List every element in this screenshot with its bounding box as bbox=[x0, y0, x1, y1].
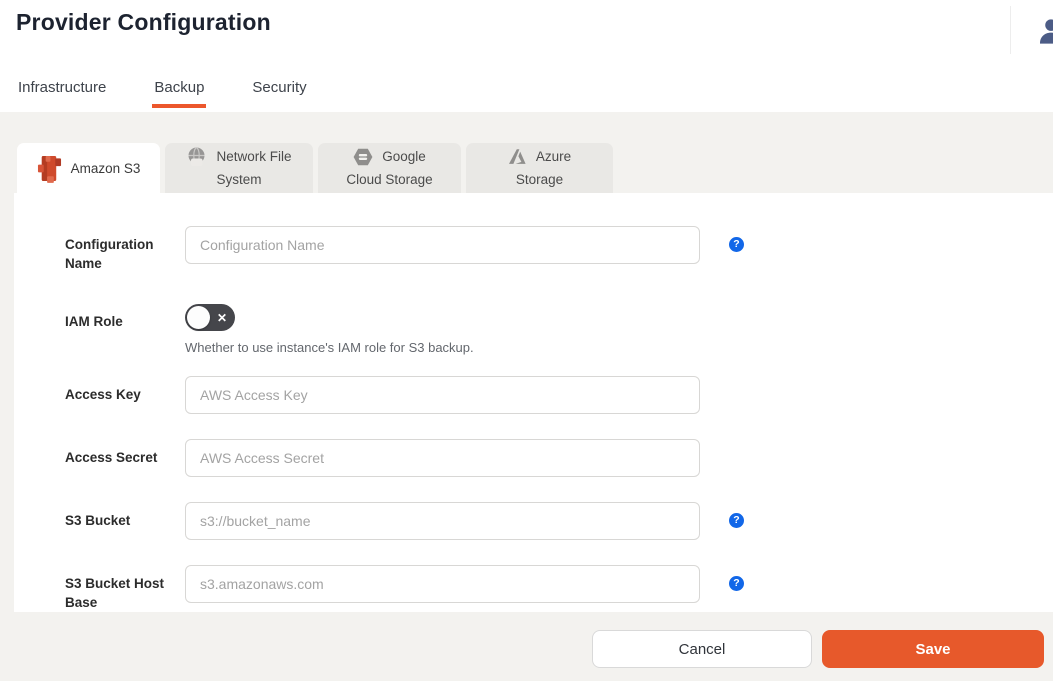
cancel-button[interactable]: Cancel bbox=[592, 630, 812, 668]
page-title: Provider Configuration bbox=[16, 9, 271, 35]
s3-bucket-input[interactable] bbox=[185, 502, 700, 540]
amazon-s3-form-panel: Configuration Name ? IAM Role ✕ Whether … bbox=[14, 193, 1053, 612]
field-label: S3 Bucket Host Base bbox=[65, 576, 165, 610]
field-label: Access Key bbox=[65, 387, 141, 402]
form-row-configuration-name: Configuration Name ? bbox=[65, 226, 744, 273]
network-globe-icon bbox=[186, 146, 207, 167]
backup-settings-section: Amazon S3 Network File System Google Clo… bbox=[0, 112, 1053, 681]
access-secret-input[interactable] bbox=[185, 439, 700, 477]
field-label: IAM Role bbox=[65, 314, 123, 329]
provider-tab-label-line2: Storage bbox=[515, 172, 564, 187]
help-icon[interactable]: ? bbox=[729, 513, 744, 528]
help-icon[interactable]: ? bbox=[729, 576, 744, 591]
field-label: Access Secret bbox=[65, 450, 158, 465]
azure-icon bbox=[508, 148, 527, 165]
provider-tab-amazon-s3[interactable]: Amazon S3 bbox=[17, 143, 160, 193]
provider-tab-label-line2: System bbox=[216, 172, 262, 187]
configuration-name-input[interactable] bbox=[185, 226, 700, 264]
provider-tab-google-cloud-storage[interactable]: Google Cloud Storage bbox=[318, 143, 461, 193]
provider-tab-network-file-system[interactable]: Network File System bbox=[165, 143, 313, 193]
toggle-off-icon: ✕ bbox=[216, 310, 227, 325]
page-header: Provider Configuration Infrastructure Ba… bbox=[0, 0, 1053, 112]
help-icon[interactable]: ? bbox=[729, 237, 744, 252]
field-label: Configuration Name bbox=[65, 237, 154, 271]
toggle-knob bbox=[187, 306, 210, 329]
field-label: S3 Bucket bbox=[65, 513, 131, 528]
access-key-input[interactable] bbox=[185, 376, 700, 414]
iam-role-toggle[interactable]: ✕ bbox=[185, 304, 235, 331]
main-nav: Infrastructure Backup Security bbox=[16, 79, 309, 108]
provider-tab-label: Azure bbox=[535, 149, 572, 164]
form-row-access-key: Access Key bbox=[65, 376, 744, 414]
tab-infrastructure[interactable]: Infrastructure bbox=[16, 79, 108, 108]
form-row-s3-bucket: S3 Bucket ? bbox=[65, 502, 744, 540]
provider-tab-label: Amazon S3 bbox=[70, 160, 141, 176]
provider-tabs: Amazon S3 Network File System Google Clo… bbox=[17, 143, 613, 193]
amazon-s3-icon bbox=[37, 154, 62, 183]
amazon-s3-form: Configuration Name ? IAM Role ✕ Whether … bbox=[65, 226, 744, 637]
provider-tab-label-line2: Cloud Storage bbox=[346, 172, 433, 187]
field-description: Whether to use instance's IAM role for S… bbox=[185, 340, 474, 355]
s3-bucket-host-base-input[interactable] bbox=[185, 565, 700, 603]
tab-backup[interactable]: Backup bbox=[152, 79, 207, 108]
google-cloud-storage-icon bbox=[353, 148, 373, 166]
provider-tab-label: Google bbox=[382, 149, 426, 164]
provider-tab-label: Network File bbox=[216, 149, 292, 164]
form-row-s3-bucket-host-base: S3 Bucket Host Base ? bbox=[65, 565, 744, 612]
form-row-iam-role: IAM Role ✕ Whether to use instance's IAM… bbox=[65, 303, 744, 355]
tab-security[interactable]: Security bbox=[250, 79, 308, 108]
user-icon[interactable] bbox=[1036, 16, 1053, 46]
provider-tab-azure-storage[interactable]: Azure Storage bbox=[466, 143, 613, 193]
save-button[interactable]: Save bbox=[822, 630, 1044, 668]
header-divider bbox=[1010, 6, 1011, 54]
form-row-access-secret: Access Secret bbox=[65, 439, 744, 477]
